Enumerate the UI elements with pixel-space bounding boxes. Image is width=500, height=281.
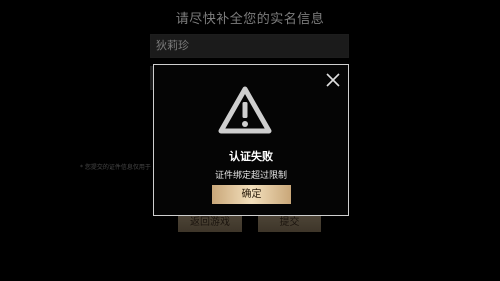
realname-page: 请尽快补全您的实名信息 狄莉珍 * 您提交的证件信息仅用于 返回游戏 提交 认证…	[0, 0, 500, 281]
warning-triangle-icon	[218, 85, 272, 135]
auth-failed-dialog: 认证失败 证件绑定超过限制 确定	[153, 64, 349, 216]
dialog-message: 证件绑定超过限制	[214, 171, 287, 181]
dialog-title: 认证失败	[229, 150, 273, 163]
close-icon[interactable]	[325, 72, 341, 88]
confirm-button[interactable]: 确定	[212, 185, 291, 204]
